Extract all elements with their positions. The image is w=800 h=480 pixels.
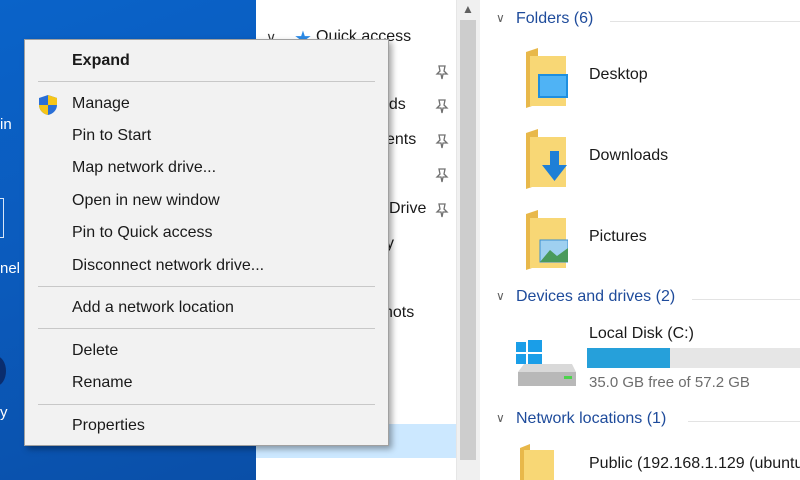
context-menu: Expand Manage Pin to Start Map network d… (24, 39, 389, 446)
uac-shield-icon (39, 95, 57, 115)
pin-icon[interactable] (434, 133, 450, 149)
group-header-network[interactable]: ∨ Network locations (1) (480, 408, 800, 434)
menu-item-label: Open in new window (72, 192, 220, 209)
group-divider (688, 421, 800, 422)
menu-item-properties[interactable]: Properties (25, 411, 388, 441)
menu-item-label: Map network drive... (72, 159, 217, 176)
drive-usage-fill (587, 348, 671, 368)
menu-separator (38, 404, 375, 405)
menu-item-label: Manage (72, 95, 130, 112)
menu-item-delete[interactable]: Delete (25, 336, 388, 366)
nav-item-label: Drive (389, 200, 427, 217)
menu-item-label: Pin to Quick access (72, 224, 213, 241)
nav-item-label: ents (386, 131, 417, 148)
menu-item-expand[interactable]: Expand (25, 46, 388, 76)
menu-item-map-network-drive[interactable]: Map network drive... (25, 153, 388, 183)
desktop-icon-label[interactable]: y (0, 404, 8, 421)
folder-label: Pictures (589, 228, 647, 245)
menu-item-label: Properties (72, 417, 145, 434)
desktop-icon[interactable] (0, 356, 6, 386)
pin-icon[interactable] (434, 64, 450, 80)
menu-item-label: Rename (72, 374, 133, 391)
group-divider (610, 21, 800, 22)
menu-separator (38, 81, 375, 82)
menu-separator (38, 328, 375, 329)
menu-item-label: Delete (72, 342, 119, 359)
drive-free-space: 35.0 GB free of 57.2 GB (589, 374, 750, 391)
group-title: Network locations (1) (516, 410, 667, 427)
menu-item-label: Pin to Start (72, 127, 152, 144)
downloads-folder-icon (526, 129, 567, 189)
pictures-folder-icon (526, 210, 568, 270)
chevron-down-icon[interactable]: ∨ (496, 411, 505, 425)
group-divider (692, 299, 800, 300)
group-header-devices[interactable]: ∨ Devices and drives (2) (480, 286, 800, 312)
menu-item-open-new-window[interactable]: Open in new window (25, 186, 388, 216)
menu-item-pin-to-start[interactable]: Pin to Start (25, 121, 388, 151)
menu-item-pin-quick-access[interactable]: Pin to Quick access (25, 218, 388, 248)
drive-label[interactable]: Local Disk (C:) (589, 325, 694, 343)
scrollbar-thumb[interactable] (460, 20, 476, 460)
pin-icon[interactable] (434, 167, 450, 183)
local-disk-icon (516, 340, 576, 386)
content-pane: ∨ Folders (6) Desktop Downloads Pictures (480, 0, 800, 480)
scroll-up-arrow-icon[interactable]: ▲ (457, 0, 479, 18)
menu-item-label: Expand (72, 52, 130, 69)
folder-item-pictures[interactable]: Pictures (518, 208, 800, 278)
menu-item-add-network-location[interactable]: Add a network location (25, 293, 388, 323)
drive-usage-bar (587, 348, 800, 368)
pin-icon[interactable] (434, 202, 450, 218)
group-title: Folders (6) (516, 10, 594, 27)
menu-item-manage[interactable]: Manage (25, 89, 388, 119)
desktop-folder-icon (526, 48, 568, 108)
desktop-icon[interactable] (0, 198, 4, 238)
menu-item-label: Add a network location (72, 299, 234, 316)
folder-label: Desktop (589, 66, 648, 83)
menu-item-disconnect-network-drive[interactable]: Disconnect network drive... (25, 251, 388, 281)
menu-separator (38, 286, 375, 287)
network-folder-icon (520, 444, 554, 480)
pin-icon[interactable] (434, 98, 450, 114)
chevron-down-icon[interactable]: ∨ (496, 11, 505, 25)
menu-item-label: Disconnect network drive... (72, 257, 265, 274)
network-location-label[interactable]: Public (192.168.1.129 (ubuntu)) (589, 455, 800, 473)
group-title: Devices and drives (2) (516, 288, 676, 305)
desktop-icon-label[interactable]: nel (0, 260, 20, 277)
chevron-down-icon[interactable]: ∨ (496, 289, 505, 303)
menu-item-rename[interactable]: Rename (25, 368, 388, 398)
folder-item-desktop[interactable]: Desktop (518, 46, 800, 116)
nav-scrollbar[interactable]: ▲ (456, 0, 478, 480)
folder-label: Downloads (589, 147, 669, 164)
group-header-folders[interactable]: ∨ Folders (6) (480, 8, 800, 34)
folder-item-downloads[interactable]: Downloads (518, 127, 800, 197)
desktop-icon-label[interactable]: in (0, 116, 12, 133)
